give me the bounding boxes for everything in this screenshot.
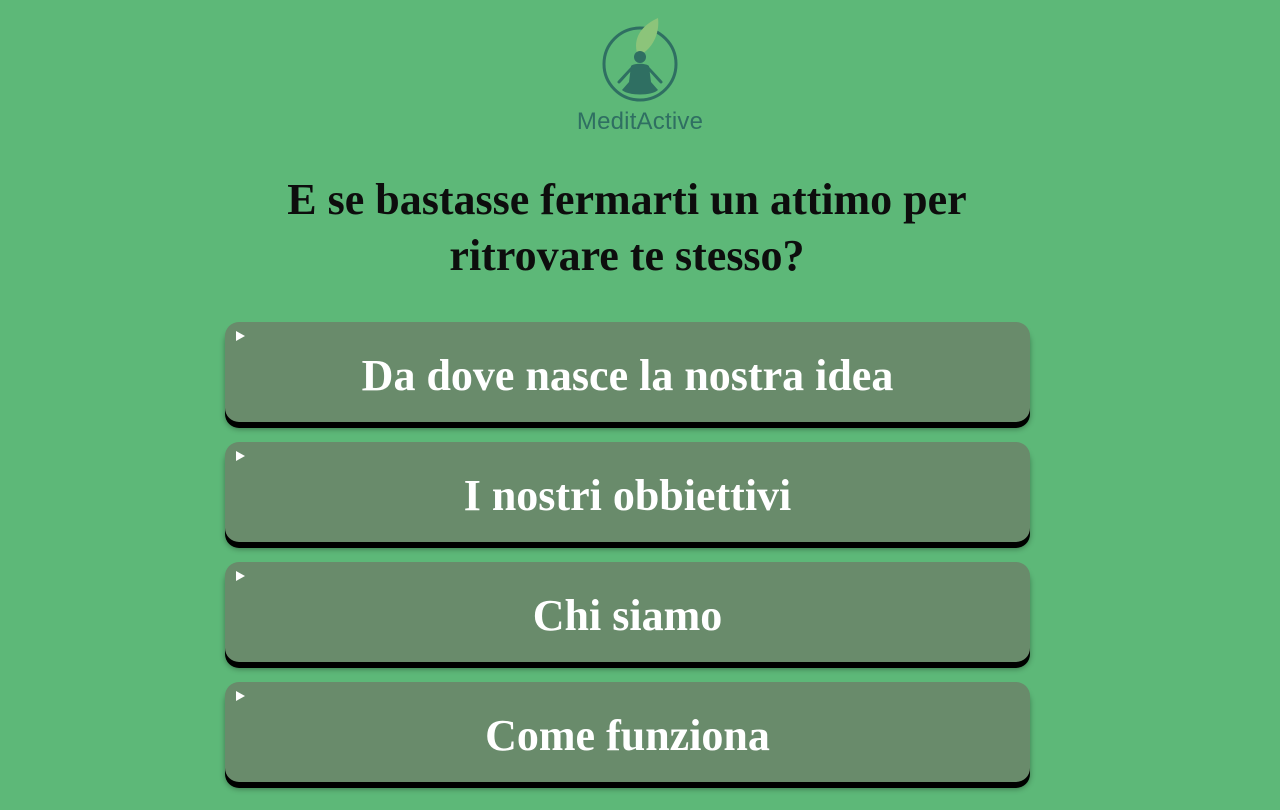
meditation-leaf-icon xyxy=(602,18,678,102)
faq-item-origin[interactable]: Da dove nasce la nostra idea xyxy=(225,322,1030,422)
faq-item-about-us[interactable]: Chi siamo xyxy=(225,562,1030,662)
faq-item-label: Come funziona xyxy=(485,710,770,760)
disclosure-triangle-icon xyxy=(236,571,245,581)
page-headline: E se bastasse fermarti un attimo per rit… xyxy=(287,175,967,280)
faq-item-how-it-works[interactable]: Come funziona xyxy=(225,682,1030,782)
disclosure-triangle-icon xyxy=(236,691,245,701)
disclosure-triangle-icon xyxy=(236,331,245,341)
faq-item-label: Chi siamo xyxy=(532,590,723,640)
brand-logo: MeditActive xyxy=(0,16,1280,136)
faq-list: Da dove nasce la nostra idea I nostri ob… xyxy=(225,322,1030,802)
faq-item-objectives[interactable]: I nostri obbiettivi xyxy=(225,442,1030,542)
brand-name: MeditActive xyxy=(576,108,704,135)
faq-item-label: I nostri obbiettivi xyxy=(463,470,792,520)
disclosure-triangle-icon xyxy=(236,451,245,461)
faq-item-label: Da dove nasce la nostra idea xyxy=(361,350,894,400)
